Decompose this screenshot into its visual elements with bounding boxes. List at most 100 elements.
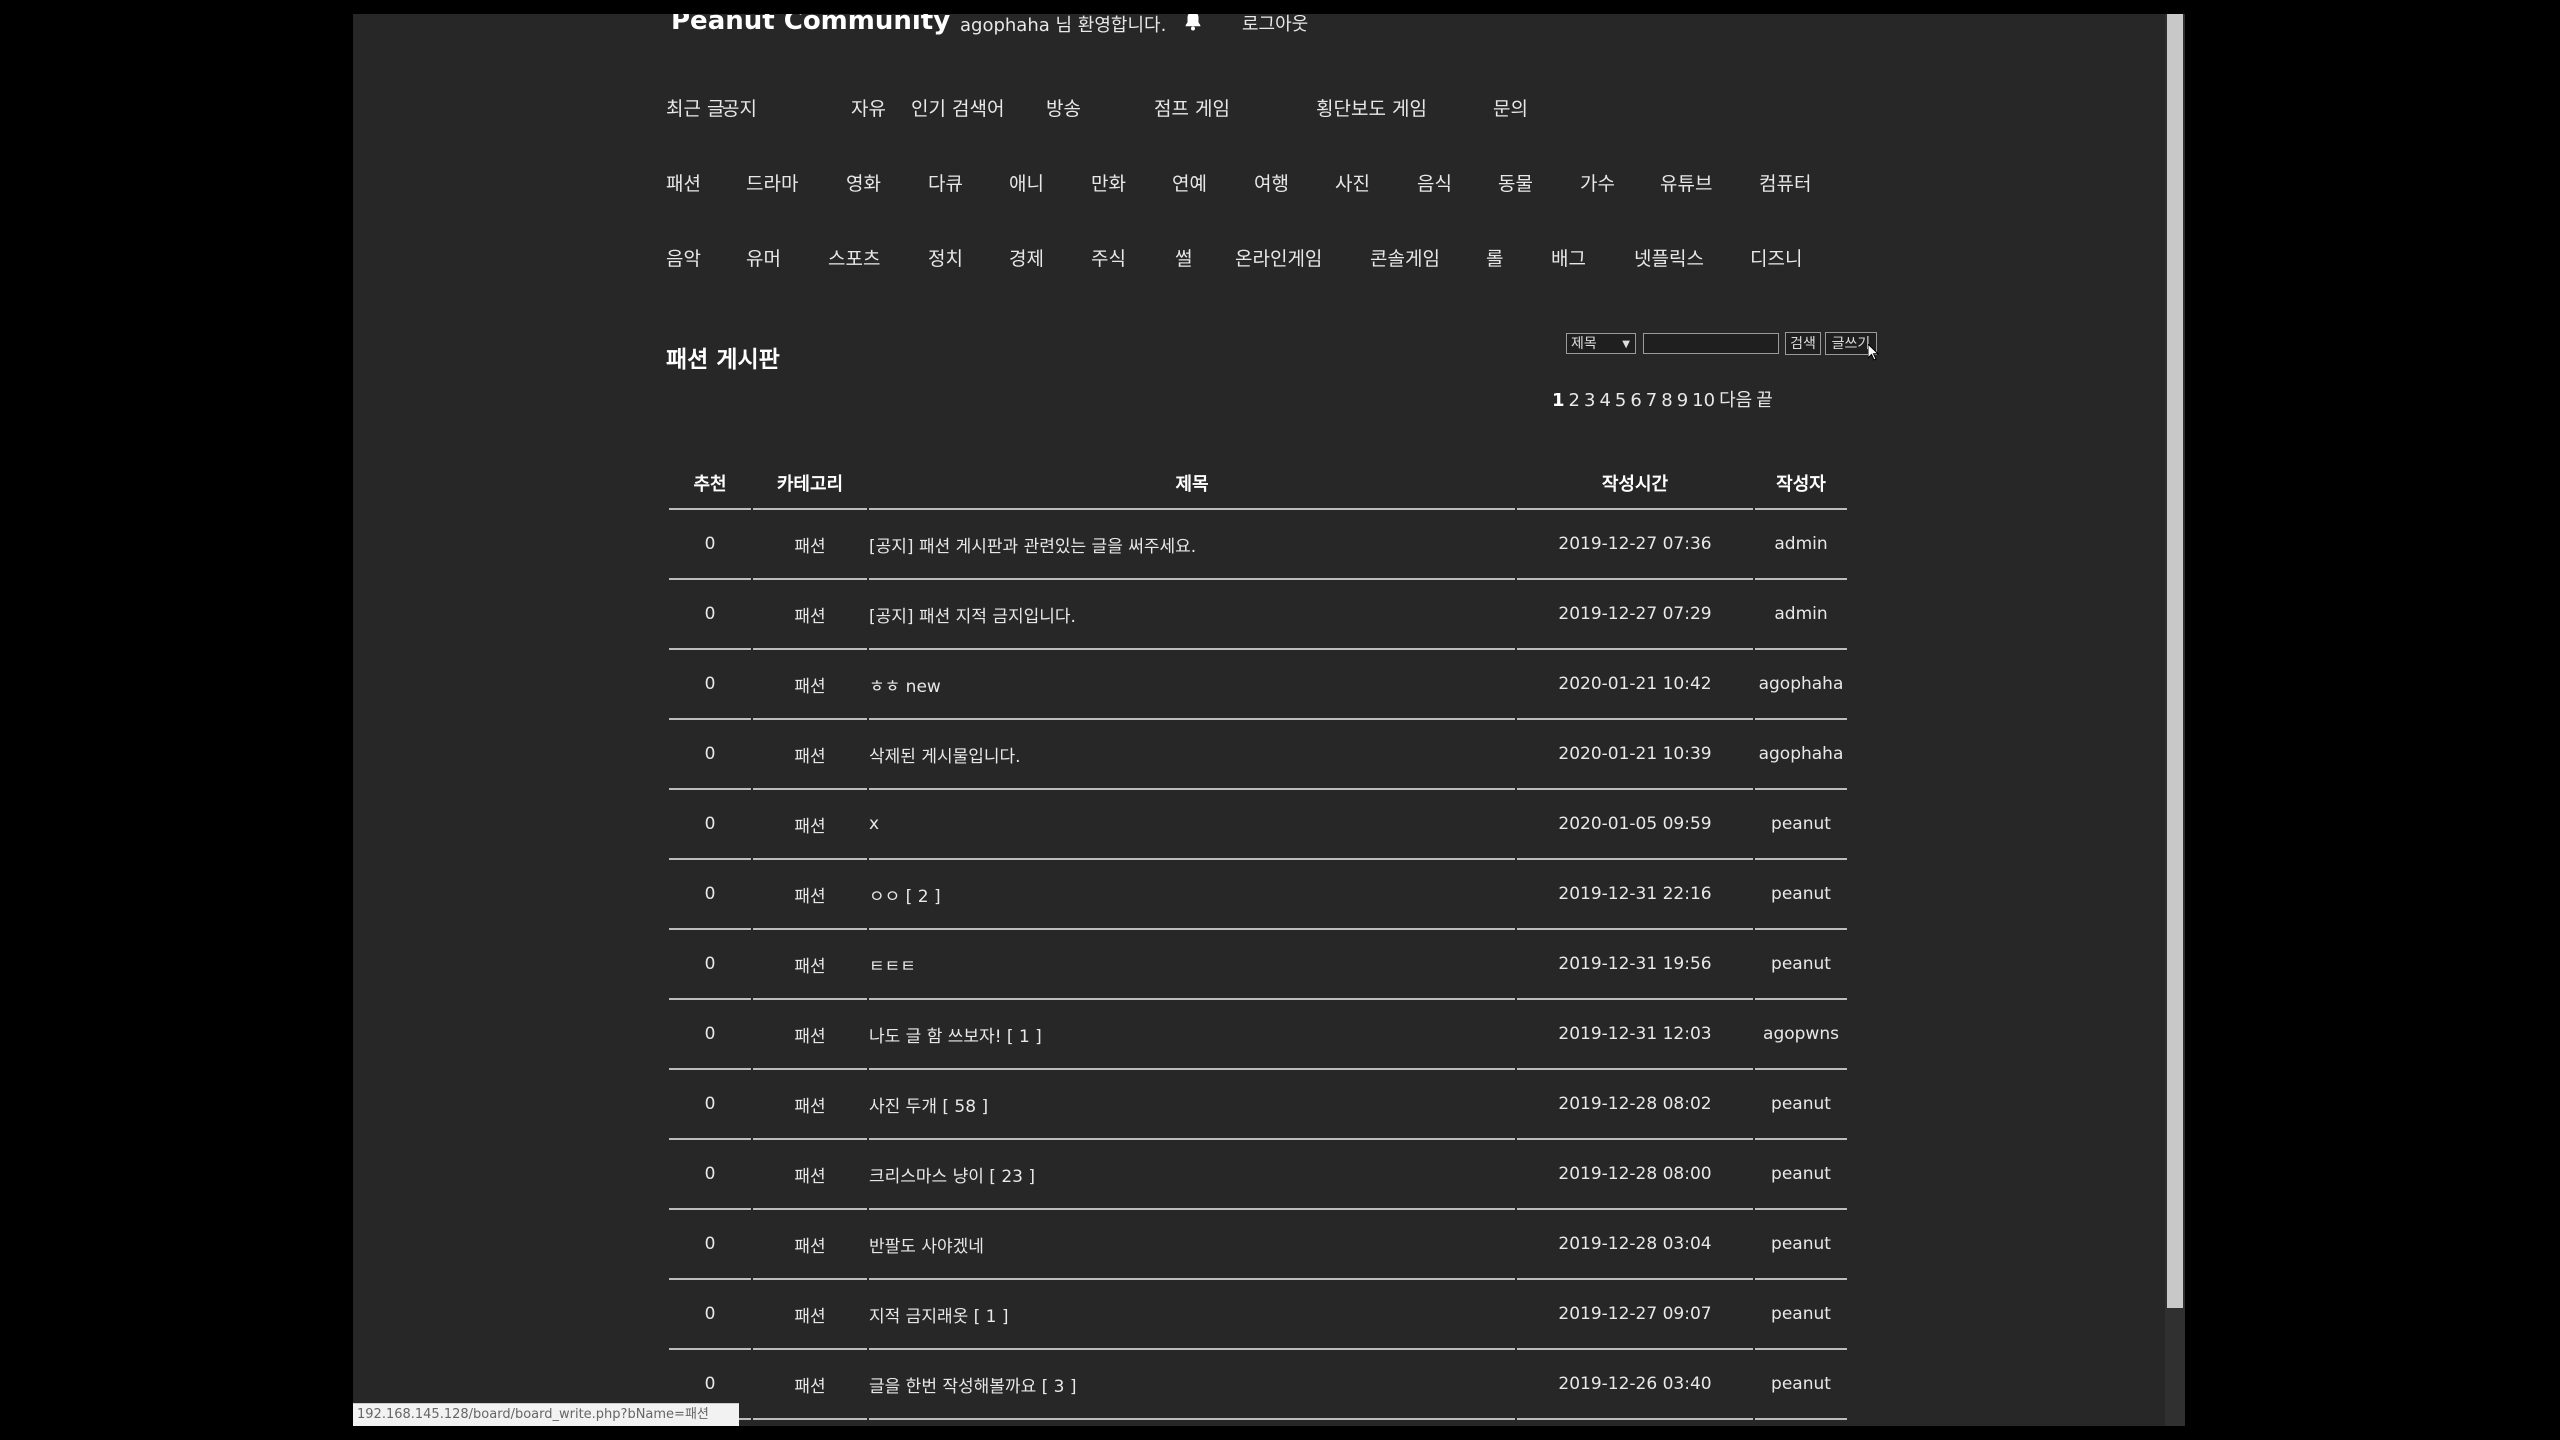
post-author: peanut — [1755, 1210, 1847, 1280]
nav-item-popular-search[interactable]: 인기 검색어 — [911, 94, 1004, 121]
post-recommend-count: 0 — [669, 650, 751, 720]
post-category: 패션 — [753, 790, 867, 860]
page-link-8[interactable]: 8 — [1661, 390, 1672, 411]
search-button[interactable]: 검색 — [1785, 332, 1821, 355]
table-row[interactable]: 0 패션 삭제된 게시물입니다. 2020-01-21 10:39 agophaha — [669, 720, 1847, 790]
post-title-link[interactable]: 크리스마스 냥이 [ 23 ] — [869, 1140, 1515, 1210]
page-last-link[interactable]: 끝 — [1756, 390, 1773, 411]
page-link-9[interactable]: 9 — [1677, 390, 1688, 411]
table-row[interactable]: 0 패션 ㅌㅌㅌ 2019-12-31 19:56 peanut — [669, 930, 1847, 1000]
nav-item-jump-game[interactable]: 점프 게임 — [1154, 94, 1230, 121]
nav-item-drama[interactable]: 드라마 — [746, 169, 798, 196]
nav-item-animal[interactable]: 동물 — [1498, 169, 1533, 196]
post-category: 패션 — [753, 930, 867, 1000]
category-nav-row-1: 최근 글 공지 자유 인기 검색어 방송 점프 게임 횡단보도 게임 문의 — [666, 94, 1856, 124]
site-title[interactable]: Peanut Community — [671, 14, 950, 36]
nav-item-music[interactable]: 음악 — [666, 244, 701, 271]
nav-item-story[interactable]: 썰 — [1175, 244, 1192, 271]
nav-item-notice[interactable]: 공지 — [722, 94, 757, 121]
post-title-link[interactable]: ㅌㅌㅌ — [869, 930, 1515, 1000]
post-recommend-count: 0 — [669, 930, 751, 1000]
page-link-1[interactable]: 1 — [1552, 390, 1565, 411]
nav-item-sports[interactable]: 스포츠 — [828, 244, 880, 271]
nav-item-economy[interactable]: 경제 — [1009, 244, 1044, 271]
page-link-2[interactable]: 2 — [1569, 390, 1580, 411]
table-row[interactable]: 0 패션 지적 금지래옷 [ 1 ] 2019-12-27 09:07 peanut — [669, 1280, 1847, 1350]
nav-item-online-game[interactable]: 온라인게임 — [1235, 244, 1322, 271]
table-row[interactable]: 0 패션 [공지] 패션 게시판과 관련있는 글을 써주세요. 2019-12-27 … — [669, 510, 1847, 580]
post-title-link[interactable]: ㅇㅇ [ 2 ] — [869, 860, 1515, 930]
table-row[interactable]: 0 패션 사진 두개 [ 58 ] 2019-12-28 08:02 peanut — [669, 1070, 1847, 1140]
scrollbar-thumb[interactable] — [2167, 14, 2183, 1308]
bell-icon[interactable] — [1182, 14, 1204, 32]
nav-item-console-game[interactable]: 콘솔게임 — [1370, 244, 1440, 271]
post-time: 2019-12-27 09:07 — [1517, 1280, 1753, 1350]
nav-item-travel[interactable]: 여행 — [1254, 169, 1289, 196]
nav-item-computer[interactable]: 컴퓨터 — [1759, 169, 1811, 196]
post-recommend-count: 0 — [669, 860, 751, 930]
post-title-link[interactable]: 반팔도 사야겠네 — [869, 1210, 1515, 1280]
post-recommend-count: 0 — [669, 1280, 751, 1350]
page-link-10[interactable]: 10 — [1692, 390, 1715, 411]
table-row[interactable]: 0 패션 [공지] 패션 지적 금지입니다. 2019-12-27 07:29 admi… — [669, 580, 1847, 650]
post-author: peanut — [1755, 1280, 1847, 1350]
search-bar: 제목 ▼ 검색 글쓰기 — [1566, 332, 1880, 361]
post-recommend-count: 0 — [669, 1070, 751, 1140]
post-title-link[interactable]: ㅎㅎ new — [869, 650, 1515, 720]
post-title-link[interactable]: 글을 한번 작성해볼까요 [ 3 ] — [869, 1350, 1515, 1420]
nav-item-fashion[interactable]: 패션 — [666, 169, 701, 196]
nav-item-free[interactable]: 자유 — [851, 94, 886, 121]
browser-viewport: Peanut Community agophaha 님 환영합니다. 로그아웃 … — [353, 14, 2185, 1426]
mouse-cursor-icon — [1868, 344, 1880, 361]
nav-item-lol[interactable]: 롤 — [1486, 244, 1503, 271]
nav-item-broadcast[interactable]: 방송 — [1046, 94, 1081, 121]
post-title-link[interactable]: 사진 두개 [ 58 ] — [869, 1070, 1515, 1140]
nav-item-food[interactable]: 음식 — [1417, 169, 1452, 196]
page-link-6[interactable]: 6 — [1630, 390, 1641, 411]
vertical-scrollbar[interactable] — [2165, 14, 2185, 1426]
page-link-7[interactable]: 7 — [1646, 390, 1657, 411]
post-title-link[interactable]: 지적 금지래옷 [ 1 ] — [869, 1280, 1515, 1350]
post-author: peanut — [1755, 860, 1847, 930]
post-title-link[interactable]: [공지] 패션 게시판과 관련있는 글을 써주세요. — [869, 510, 1515, 580]
nav-item-movie[interactable]: 영화 — [846, 169, 881, 196]
board-title: 패션 게시판 — [666, 347, 780, 373]
post-title-link[interactable]: x — [869, 790, 1515, 860]
nav-item-entertainment[interactable]: 연예 — [1172, 169, 1207, 196]
page-link-5[interactable]: 5 — [1615, 390, 1626, 411]
table-row[interactable]: 0 패션 크리스마스 냥이 [ 23 ] 2019-12-28 08:00 peanut — [669, 1140, 1847, 1210]
nav-item-recent[interactable]: 최근 글 — [666, 94, 724, 121]
nav-item-singer[interactable]: 가수 — [1580, 169, 1615, 196]
table-row[interactable]: 0 패션 나도 글 함 쓰보자! [ 1 ] 2019-12-31 12:03 agop… — [669, 1000, 1847, 1070]
table-row[interactable]: 0 패션 x 2020-01-05 09:59 peanut — [669, 790, 1847, 860]
post-title-link[interactable]: 삭제된 게시물입니다. — [869, 720, 1515, 790]
search-input[interactable] — [1643, 333, 1779, 354]
table-row[interactable]: 0 패션 글을 한번 작성해볼까요 [ 3 ] 2019-12-26 03:40 pea… — [669, 1350, 1847, 1420]
nav-item-inquiry[interactable]: 문의 — [1493, 94, 1528, 121]
page-link-3[interactable]: 3 — [1584, 390, 1595, 411]
nav-item-stocks[interactable]: 주식 — [1091, 244, 1126, 271]
post-time: 2019-12-27 07:29 — [1517, 580, 1753, 650]
nav-item-disney[interactable]: 디즈니 — [1750, 244, 1802, 271]
post-title-link[interactable]: 나도 글 함 쓰보자! [ 1 ] — [869, 1000, 1515, 1070]
nav-item-politics[interactable]: 정치 — [928, 244, 963, 271]
nav-item-humor[interactable]: 유머 — [746, 244, 781, 271]
nav-item-youtube[interactable]: 유튜브 — [1660, 169, 1712, 196]
nav-item-photo[interactable]: 사진 — [1335, 169, 1370, 196]
nav-item-crosswalk-game[interactable]: 횡단보도 게임 — [1316, 94, 1427, 121]
column-header-title: 제목 — [869, 458, 1515, 510]
table-row[interactable]: 0 패션 반팔도 사야겠네 2019-12-28 03:04 peanut — [669, 1210, 1847, 1280]
nav-item-comics[interactable]: 만화 — [1091, 169, 1126, 196]
logout-link[interactable]: 로그아웃 — [1242, 14, 1308, 36]
page-link-4[interactable]: 4 — [1599, 390, 1610, 411]
nav-item-netflix[interactable]: 넷플릭스 — [1634, 244, 1704, 271]
table-row[interactable]: 0 패션 ㅎㅎ new 2020-01-21 10:42 agophaha — [669, 650, 1847, 720]
nav-item-documentary[interactable]: 다큐 — [928, 169, 963, 196]
nav-item-anime[interactable]: 애니 — [1009, 169, 1044, 196]
table-row[interactable]: 0 패션 ㅇㅇ [ 2 ] 2019-12-31 22:16 peanut — [669, 860, 1847, 930]
post-title-link[interactable]: [공지] 패션 지적 금지입니다. — [869, 580, 1515, 650]
nav-item-pubg[interactable]: 배그 — [1551, 244, 1586, 271]
page-next-link[interactable]: 다음 — [1719, 390, 1752, 411]
search-type-select[interactable]: 제목 ▼ — [1566, 333, 1636, 354]
post-recommend-count: 0 — [669, 580, 751, 650]
